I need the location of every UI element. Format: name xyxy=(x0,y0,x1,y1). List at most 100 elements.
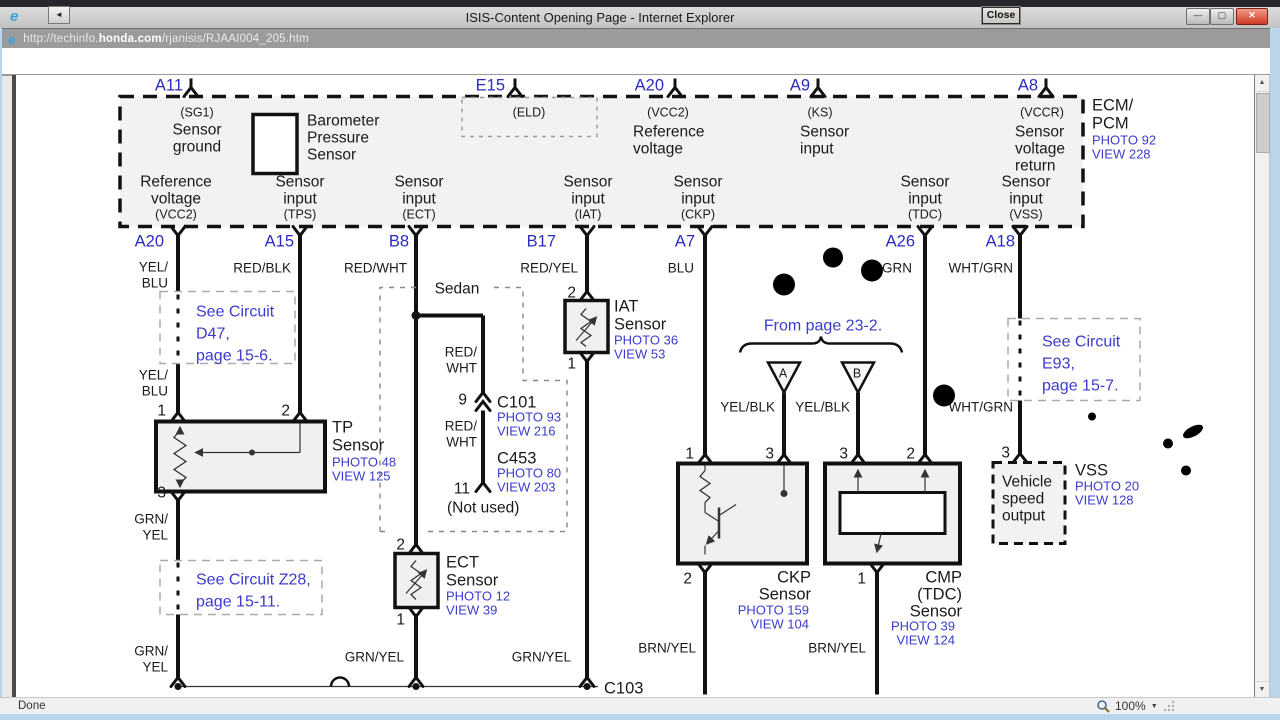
svg-text:BLU: BLU xyxy=(142,384,168,399)
svg-text:(TDC): (TDC) xyxy=(908,208,942,222)
vss-pin-3: 3 xyxy=(1001,445,1010,462)
c453-photo-link[interactable]: PHOTO 80 xyxy=(497,466,561,481)
svg-text:Sensor: Sensor xyxy=(673,174,722,191)
svg-text:Sensor: Sensor xyxy=(275,174,324,191)
c103-label: C103 xyxy=(604,680,643,698)
minimize-button[interactable]: — xyxy=(1186,8,1210,25)
cmp-name-2: (TDC) xyxy=(917,586,962,604)
svg-text:(SG1): (SG1) xyxy=(180,106,213,120)
svg-text:GRN/YEL: GRN/YEL xyxy=(345,650,405,665)
cmp-name-1: CMP xyxy=(925,569,962,587)
svg-text:Sensor: Sensor xyxy=(394,174,443,191)
zoom-dropdown-caret[interactable]: ▼ xyxy=(1151,703,1158,710)
c453-pin-11: 11 xyxy=(454,481,470,498)
c101-pin-9: 9 xyxy=(458,392,467,409)
zoom-control[interactable]: 100% ▼ xyxy=(1096,699,1175,713)
ect-view-link[interactable]: VIEW 39 xyxy=(446,603,497,618)
vertical-scrollbar[interactable]: ▲ ▼ xyxy=(1255,75,1270,697)
svg-text:GRN/YEL: GRN/YEL xyxy=(512,650,572,665)
cmp-photo-link[interactable]: PHOTO 39 xyxy=(891,619,955,634)
svg-text:Sensor: Sensor xyxy=(1015,124,1064,141)
iat-pin-2: 2 xyxy=(567,285,576,302)
address-bar[interactable]: e http://techinfo.honda.com/rjanisis/RJA… xyxy=(0,28,1280,50)
svg-text:voltage: voltage xyxy=(1015,141,1065,158)
ref-e93-line3: page 15-7. xyxy=(1042,378,1119,395)
ref-e93-line1: See Circuit xyxy=(1042,334,1121,351)
close-window-button[interactable]: ✕ xyxy=(1236,8,1268,25)
svg-text:(ELD): (ELD) xyxy=(513,106,546,120)
ckp-photo-link[interactable]: PHOTO 159 xyxy=(738,603,809,618)
url-text: http://techinfo.honda.com/rjanisis/RJAAI… xyxy=(23,33,309,45)
back-button[interactable]: ◄ xyxy=(48,6,70,24)
svg-text:(ECT): (ECT) xyxy=(402,208,435,222)
tp-name-1: TP xyxy=(332,419,353,437)
ref-e93-line2: E93, xyxy=(1042,356,1075,373)
svg-text:YEL: YEL xyxy=(142,660,168,675)
svg-text:Reference: Reference xyxy=(140,174,212,191)
from-page-label: From page 23-2. xyxy=(764,318,882,335)
ect-pin-2: 2 xyxy=(396,537,405,554)
svg-text:voltage: voltage xyxy=(633,141,683,158)
c453-view-link[interactable]: VIEW 203 xyxy=(497,480,556,495)
pin-b8: B8 xyxy=(389,233,409,251)
vss-photo-link[interactable]: PHOTO 20 xyxy=(1075,479,1139,494)
iat-photo-link[interactable]: PHOTO 36 xyxy=(614,333,678,348)
wiring-diagram: A11 E15 A20 A9 A8 (SG1) Sensor ground Ba… xyxy=(118,77,1203,698)
ref-d47-line2: D47, xyxy=(196,326,230,343)
ckp-view-link[interactable]: VIEW 104 xyxy=(750,617,809,632)
ckp-pin-1: 1 xyxy=(685,446,694,463)
ecm-view-link[interactable]: VIEW 228 xyxy=(1092,147,1151,162)
svg-text:WHT/GRN: WHT/GRN xyxy=(949,261,1014,276)
window-bottom-border xyxy=(0,714,1280,720)
ckp-pin-2: 2 xyxy=(683,571,692,588)
ect-photo-link[interactable]: PHOTO 12 xyxy=(446,589,510,604)
svg-text:Reference: Reference xyxy=(633,124,705,141)
ckp-name-1: CKP xyxy=(777,569,811,587)
vss-label: VSS xyxy=(1075,462,1108,480)
vss-box-line3: output xyxy=(1002,508,1046,525)
triangle-b-label: B xyxy=(853,367,861,381)
svg-text:BRN/YEL: BRN/YEL xyxy=(638,641,696,656)
cmp-view-link[interactable]: VIEW 124 xyxy=(896,633,955,648)
iat-pin-1: 1 xyxy=(567,356,576,373)
ecm-photo-link[interactable]: PHOTO 92 xyxy=(1092,133,1156,148)
tp-name-2: Sensor xyxy=(332,437,385,455)
scroll-up-arrow[interactable]: ▲ xyxy=(1255,75,1269,92)
svg-text:RED/BLK: RED/BLK xyxy=(233,261,291,276)
c101-photo-link[interactable]: PHOTO 93 xyxy=(497,410,561,425)
scrollbar-thumb[interactable] xyxy=(1256,93,1270,153)
pin-a15: A15 xyxy=(265,233,294,251)
svg-text:Pressure: Pressure xyxy=(307,130,369,147)
svg-text:RED/: RED/ xyxy=(445,345,478,360)
svg-text:YEL/: YEL/ xyxy=(139,260,169,275)
c101-view-link[interactable]: VIEW 216 xyxy=(497,424,556,439)
ckp-sensor xyxy=(676,453,809,574)
sedan-label: Sedan xyxy=(435,281,480,298)
ref-z28-line1: See Circuit Z28, xyxy=(196,572,311,589)
svg-text:Sensor: Sensor xyxy=(800,124,849,141)
status-message: Done xyxy=(18,700,46,712)
svg-text:BLU: BLU xyxy=(142,276,168,291)
ie-address-icon: e xyxy=(8,31,16,47)
resize-grip[interactable] xyxy=(1163,700,1175,712)
pin-a9: A9 xyxy=(790,77,810,95)
iat-view-link[interactable]: VIEW 53 xyxy=(614,347,665,362)
tp-photo-link[interactable]: PHOTO 48 xyxy=(332,455,396,470)
pin-a20-top: A20 xyxy=(635,77,664,95)
window-title: ISIS-Content Opening Page - Internet Exp… xyxy=(465,10,735,25)
vss-view-link[interactable]: VIEW 128 xyxy=(1075,493,1134,508)
ref-d47-line3: page 15-6. xyxy=(196,348,273,365)
scroll-down-arrow[interactable]: ▼ xyxy=(1255,681,1269,698)
ckp-name-2: Sensor xyxy=(759,586,812,604)
ecm-top-pins xyxy=(189,78,1048,89)
not-used-note: (Not used) xyxy=(447,500,519,517)
ect-name-1: ECT xyxy=(446,554,479,572)
svg-text:Sensor: Sensor xyxy=(900,174,949,191)
ect-pin-1: 1 xyxy=(396,612,405,629)
svg-text:GRN: GRN xyxy=(882,261,912,276)
tp-view-link[interactable]: VIEW 125 xyxy=(332,469,391,484)
wire-junction-dot xyxy=(411,311,421,320)
ecm-name-2: PCM xyxy=(1092,115,1129,133)
maximize-button[interactable]: ▢ xyxy=(1210,8,1234,25)
close-page-button[interactable]: Close xyxy=(981,6,1021,25)
